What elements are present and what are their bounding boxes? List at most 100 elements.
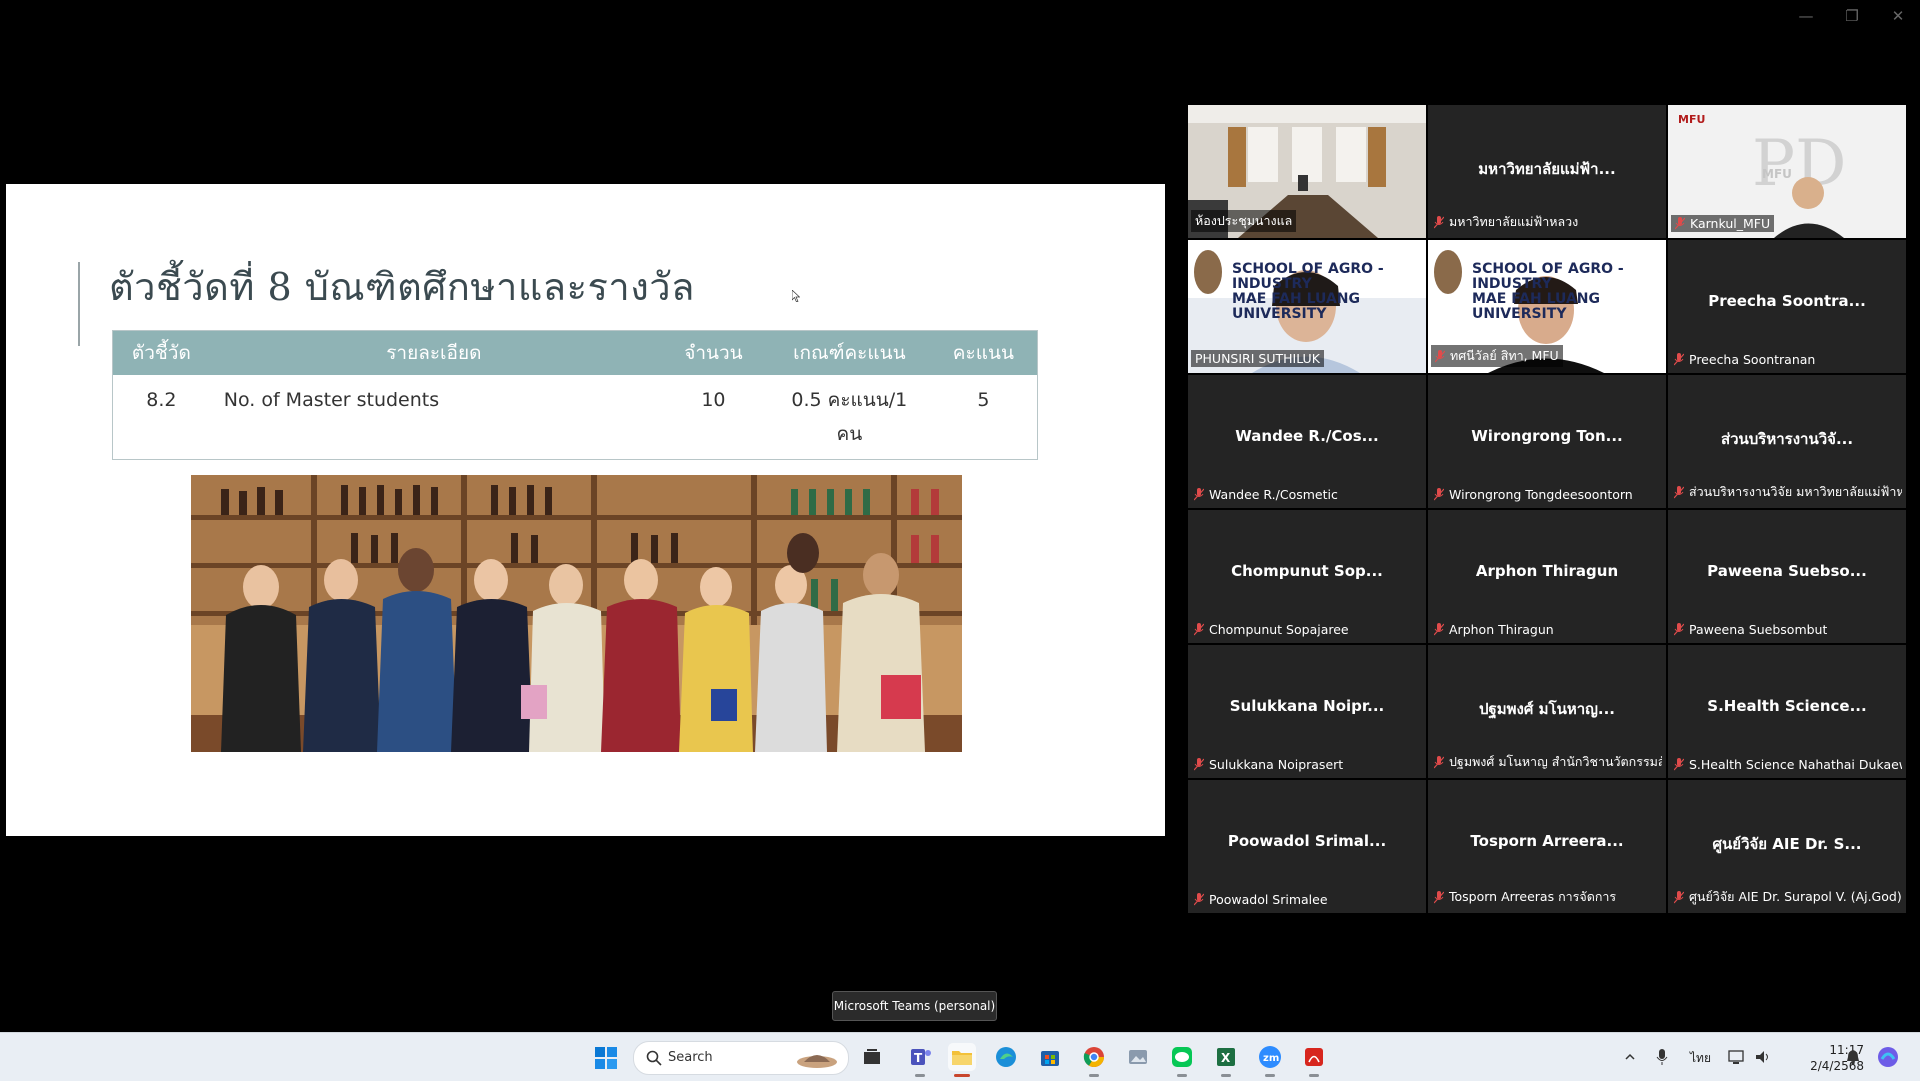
participant-name: S.Health Science...: [1707, 697, 1867, 715]
excel-icon[interactable]: X: [1212, 1043, 1240, 1077]
participant-tile-active-speaker[interactable]: SCHOOL OF AGRO - INDUSTRY MAE FAH LUANG …: [1188, 240, 1426, 373]
title-accent-bar: [78, 262, 80, 346]
close-icon[interactable]: ✕: [1890, 8, 1906, 24]
search-label: Search: [668, 1050, 713, 1065]
mic-muted-icon: [1434, 890, 1444, 903]
restore-icon[interactable]: ❐: [1844, 8, 1860, 24]
participant-tile[interactable]: Paweena Suebso... Paweena Suebsombut: [1668, 510, 1906, 643]
svg-text:T: T: [914, 1051, 923, 1065]
mic-muted-icon: [1674, 890, 1684, 903]
file-explorer-icon[interactable]: [948, 1043, 976, 1077]
table-header-row: ตัวชี้วัด รายละเอียด จำนวน เกณฑ์คะแนน คะ…: [112, 330, 1038, 375]
participant-name: มหาวิทยาลัยแม่ฟ้า...: [1478, 160, 1616, 178]
mic-muted-icon: [1194, 488, 1204, 501]
copilot-icon[interactable]: [1876, 1045, 1900, 1069]
volume-icon[interactable]: [1754, 1049, 1772, 1065]
windows-start-icon[interactable]: [594, 1046, 618, 1070]
cell-criteria: 0.5 คะแนน/1 คน: [768, 375, 930, 460]
participant-label: ส่วนบริหารงานวิจัย มหาวิทยาลัยแม่ฟ้าหลวง: [1674, 482, 1902, 502]
participant-tile[interactable]: ห้องประชุมนางแล: [1188, 105, 1426, 238]
participant-tile[interactable]: ศูนย์วิจัย AIE Dr. S... ศูนย์วิจัย AIE D…: [1668, 780, 1906, 913]
participant-name: Wirongrong Ton...: [1471, 427, 1623, 445]
mic-muted-icon: [1674, 623, 1684, 636]
participant-tile[interactable]: Wandee R./Cos... Wandee R./Cosmetic: [1188, 375, 1426, 508]
svg-text:zm: zm: [1263, 1053, 1279, 1064]
participant-tile[interactable]: Poowadol Srimal... Poowadol Srimalee: [1188, 780, 1426, 913]
mfu-logo: MFU: [1678, 113, 1706, 126]
cell-score: 5: [929, 375, 1038, 460]
language-indicator[interactable]: ไทย: [1690, 1049, 1711, 1068]
taskbar-search[interactable]: Search: [633, 1041, 849, 1075]
network-icon[interactable]: [1728, 1049, 1746, 1065]
acrobat-icon[interactable]: [1300, 1043, 1328, 1077]
participant-name: ส่วนบริหารงานวิจั...: [1720, 430, 1854, 448]
mic-muted-icon: [1674, 353, 1684, 366]
participant-tile[interactable]: Wirongrong Ton... Wirongrong Tongdeesoon…: [1428, 375, 1666, 508]
minimize-icon[interactable]: —: [1798, 8, 1814, 24]
mic-muted-icon: [1434, 215, 1444, 228]
participant-label: Wirongrong Tongdeesoontorn: [1434, 487, 1633, 502]
participant-name: ศูนย์วิจัย AIE Dr. S...: [1712, 835, 1862, 853]
teams-icon[interactable]: T: [906, 1043, 934, 1077]
participant-tile[interactable]: Arphon Thiragun Arphon Thiragun: [1428, 510, 1666, 643]
line-icon[interactable]: [1168, 1043, 1196, 1077]
participant-tile[interactable]: Chompunut Sop... Chompunut Sopajaree: [1188, 510, 1426, 643]
participant-tile[interactable]: PD MFU MFU Karnkul_MFU: [1668, 105, 1906, 238]
mic-muted-icon: [1674, 758, 1684, 771]
cell-count: 10: [657, 375, 769, 460]
school-banner-text: SCHOOL OF AGRO - INDUSTRY MAE FAH LUANG …: [1232, 261, 1384, 322]
participant-name: Chompunut Sop...: [1231, 562, 1383, 580]
participant-name: Paweena Suebso...: [1707, 562, 1867, 580]
header-count: จำนวน: [657, 330, 769, 375]
photos-icon[interactable]: [1124, 1043, 1152, 1071]
store-icon[interactable]: [1036, 1043, 1064, 1071]
header-detail: รายละเอียด: [209, 330, 658, 375]
participant-name: Tosporn Arreera...: [1470, 832, 1624, 850]
mic-muted-icon: [1194, 893, 1204, 906]
microphone-icon[interactable]: [1656, 1048, 1668, 1066]
participant-label: ห้องประชุมนางแล: [1191, 210, 1297, 232]
notification-bell-icon[interactable]: [1846, 1049, 1860, 1065]
participant-tile[interactable]: Tosporn Arreera... Tosporn Arreeras การจ…: [1428, 780, 1666, 913]
school-banner-text: SCHOOL OF AGRO - INDUSTRY MAE FAH LUANG …: [1472, 261, 1624, 322]
header-criteria: เกณฑ์คะแนน: [768, 330, 930, 375]
participant-tile[interactable]: ปฐมพงศ์ มโนหาญ... ปฐมพงศ์ มโนหาญ สำนักวิ…: [1428, 645, 1666, 778]
task-view-icon[interactable]: [858, 1043, 886, 1071]
mic-muted-icon: [1674, 485, 1684, 498]
participant-label: Wandee R./Cosmetic: [1194, 487, 1338, 502]
chevron-up-icon[interactable]: [1624, 1051, 1636, 1063]
participant-tile[interactable]: SCHOOL OF AGRO - INDUSTRY MAE FAH LUANG …: [1428, 240, 1666, 373]
mfu-watermark: MFU: [1762, 167, 1792, 181]
mic-muted-icon: [1435, 349, 1445, 362]
participant-tile[interactable]: มหาวิทยาลัยแม่ฟ้า... มหาวิทยาลัยแม่ฟ้าหล…: [1428, 105, 1666, 238]
zoom-icon[interactable]: zm: [1256, 1043, 1284, 1077]
participant-label: มหาวิทยาลัยแม่ฟ้าหลวง: [1434, 212, 1578, 232]
mic-muted-icon: [1434, 623, 1444, 636]
participant-label: Karnkul_MFU: [1671, 215, 1775, 232]
participant-label: ปฐมพงศ์ มโนหาญ สำนักวิชานวัตกรรมสังคม: [1434, 752, 1662, 772]
participant-name: Preecha Soontra...: [1708, 292, 1866, 310]
header-score: คะแนน: [929, 330, 1038, 375]
participant-tile[interactable]: Sulukkana Noipr... Sulukkana Noiprasert: [1188, 645, 1426, 778]
participant-label: Tosporn Arreeras การจัดการ: [1434, 887, 1616, 907]
participant-name: Arphon Thiragun: [1475, 562, 1619, 580]
shared-slide: ตัวชี้วัดที่ 8 บัณฑิตศึกษาและรางวัล ตัวช…: [6, 184, 1165, 836]
participant-label: Arphon Thiragun: [1434, 622, 1554, 637]
participant-tile[interactable]: Preecha Soontra... Preecha Soontranan: [1668, 240, 1906, 373]
participant-label: Poowadol Srimalee: [1194, 892, 1328, 907]
participant-label: Preecha Soontranan: [1674, 352, 1815, 367]
participant-tile[interactable]: S.Health Science... S.Health Science Nah…: [1668, 645, 1906, 778]
kpi-table: ตัวชี้วัด รายละเอียด จำนวน เกณฑ์คะแนน คะ…: [112, 330, 1038, 460]
chrome-icon[interactable]: [1080, 1043, 1108, 1077]
search-highlight-icon: [797, 1055, 837, 1068]
participant-label: S.Health Science Nahathai Dukaew: [1674, 757, 1902, 772]
search-icon: [646, 1050, 662, 1066]
edge-icon[interactable]: [992, 1043, 1020, 1071]
participant-tile[interactable]: ส่วนบริหารงานวิจั... ส่วนบริหารงานวิจัย …: [1668, 375, 1906, 508]
svg-text:X: X: [1221, 1051, 1231, 1065]
mic-muted-icon: [1194, 758, 1204, 771]
mic-muted-icon: [1434, 755, 1444, 768]
participant-label: Chompunut Sopajaree: [1194, 622, 1349, 637]
cell-indicator: 8.2: [112, 375, 210, 460]
taskbar: Search T X zm ไทย 11:17 2/4/2568: [0, 1032, 1920, 1081]
